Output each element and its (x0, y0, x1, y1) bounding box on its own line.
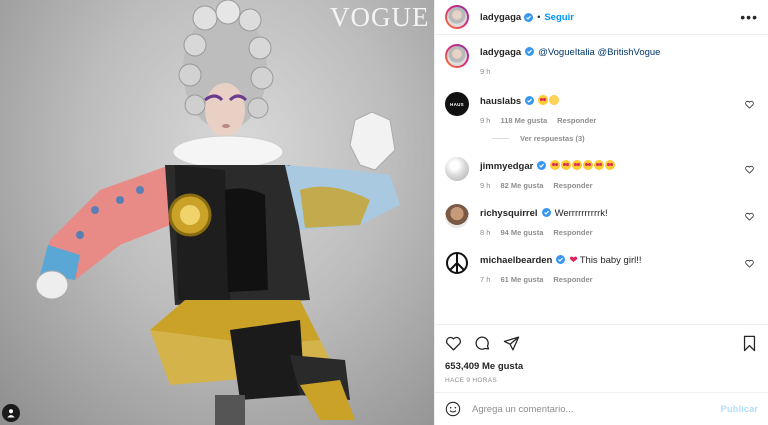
caption-time: 9 h (480, 67, 491, 76)
heart-eyes-emoji-icon (561, 160, 572, 170)
action-icons-row (445, 334, 758, 352)
comment-time: 9 h (480, 116, 491, 125)
view-replies-button[interactable]: Ver respuestas (3) (492, 134, 758, 143)
verified-badge-icon (541, 208, 551, 217)
post-timestamp[interactable]: HACE 9 HORAS (445, 377, 758, 384)
reply-button[interactable]: Responder (553, 228, 592, 237)
caption-avatar[interactable] (445, 44, 469, 68)
instagram-post: VOGUE ladygaga • Seguir ••• ladygaga @Vo… (0, 0, 768, 425)
heart-eyes-emoji-icon (550, 160, 561, 170)
heart-eyes-emoji-icon (594, 160, 605, 170)
comment-avatar[interactable] (445, 157, 469, 181)
heart-eyes-emoji-icon (572, 160, 583, 170)
photo-figure-illustration (35, 0, 400, 425)
like-comment-heart-icon[interactable] (745, 165, 754, 174)
reply-button[interactable]: Responder (557, 116, 596, 125)
comments-list[interactable]: ladygaga @VogueItalia @BritishVogue 9 h H… (435, 35, 768, 324)
comment-likes[interactable]: 61 Me gusta (500, 275, 543, 284)
comment-item: jimmyedgar 9 h 82 Me gusta Responder (445, 157, 758, 190)
like-comment-heart-icon[interactable] (745, 259, 754, 268)
reply-button[interactable]: Responder (553, 275, 592, 284)
like-comment-heart-icon[interactable] (745, 100, 754, 109)
comment-input[interactable] (472, 403, 721, 415)
view-replies-line (492, 138, 509, 139)
caption-mentions[interactable]: @VogueItalia @BritishVogue (538, 47, 660, 58)
stool (215, 395, 245, 425)
comment-text: This baby girl!! (579, 255, 642, 266)
vogue-watermark: VOGUE (330, 2, 430, 32)
verified-badge-icon (525, 47, 535, 56)
like-comment-heart-icon[interactable] (745, 212, 754, 221)
post-photo[interactable]: VOGUE (0, 0, 434, 425)
comment-bubble-icon[interactable] (474, 335, 491, 352)
ruff-collar (172, 135, 284, 169)
face (205, 83, 245, 137)
comment-time: 7 h (480, 275, 491, 284)
comment-time: 9 h (480, 181, 491, 190)
heart-eyes-emoji-icon (538, 95, 549, 105)
comment-item: richysquirrel Werrrrrrrrrrk! 8 h 94 Me gu… (445, 204, 758, 237)
view-replies-label: Ver respuestas (3) (520, 134, 585, 143)
tagged-users-icon[interactable] (2, 404, 20, 422)
comment-username[interactable]: hauslabs (480, 96, 521, 107)
comment-time: 8 h (480, 228, 491, 237)
like-heart-icon[interactable] (445, 335, 462, 352)
comment-item: HAUS hauslabs 9 h 118 Me gusta Responder (445, 92, 758, 125)
screaming-emoji-icon (549, 95, 560, 105)
comment-avatar[interactable]: HAUS (445, 92, 469, 116)
comment-avatar[interactable] (445, 251, 469, 275)
verified-badge-icon (556, 255, 566, 264)
separator-dot: • (537, 12, 541, 22)
verified-badge-icon (524, 12, 534, 22)
caption: ladygaga @VogueItalia @BritishVogue 9 h (445, 44, 758, 76)
publish-button[interactable]: Publicar (721, 404, 759, 415)
heart-eyes-emoji-icon (605, 160, 616, 170)
author-username[interactable]: ladygaga (480, 12, 521, 23)
comment-likes[interactable]: 94 Me gusta (500, 228, 543, 237)
comment-username[interactable]: michaelbearden (480, 255, 552, 266)
add-comment-bar: Publicar (435, 392, 768, 425)
comment-avatar[interactable] (445, 204, 469, 228)
red-heart-emoji-icon: ❤ (569, 255, 578, 266)
author-avatar[interactable] (445, 5, 469, 29)
post-details-panel: ladygaga • Seguir ••• ladygaga @VogueItal… (434, 0, 768, 425)
comment-username[interactable]: richysquirrel (480, 208, 538, 219)
follow-button[interactable]: Seguir (544, 12, 574, 23)
comment-likes[interactable]: 118 Me gusta (500, 116, 547, 125)
verified-badge-icon (525, 96, 535, 105)
save-bookmark-icon[interactable] (741, 335, 758, 352)
peace-sign-icon (446, 252, 468, 274)
emoji-smiley-icon[interactable] (445, 401, 461, 417)
heart-eyes-emoji-icon (583, 160, 594, 170)
verified-badge-icon (537, 161, 547, 170)
comment-text: Werrrrrrrrrrk! (554, 208, 608, 219)
comment-avatar-logo: HAUS (450, 101, 464, 107)
post-header: ladygaga • Seguir ••• (435, 0, 768, 35)
comment-likes[interactable]: 82 Me gusta (500, 181, 543, 190)
share-send-icon[interactable] (503, 335, 520, 352)
comment-item: michaelbearden ❤ This baby girl!! 7 h 61 M… (445, 251, 758, 284)
reply-button[interactable]: Responder (553, 181, 592, 190)
caption-username[interactable]: ladygaga (480, 47, 521, 58)
comment-username[interactable]: jimmyedgar (480, 161, 533, 172)
likes-count[interactable]: 653,409 Me gusta (445, 361, 758, 372)
more-options-icon[interactable]: ••• (740, 10, 758, 24)
